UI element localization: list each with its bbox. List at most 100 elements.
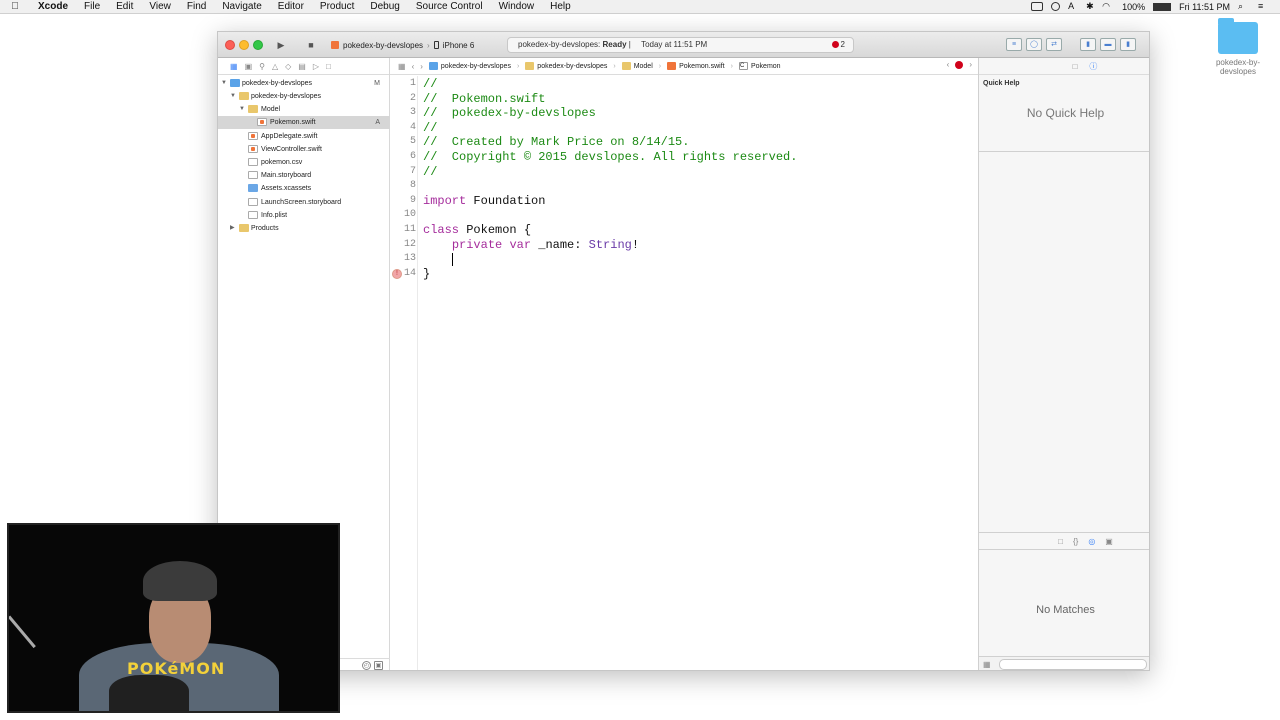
- activity-viewer[interactable]: pokedex-by-devslopes: Ready | Today at 1…: [507, 37, 854, 53]
- chevron-right-icon: ›: [658, 62, 662, 70]
- tree-item-viewcontroller[interactable]: ViewController.swift: [218, 143, 390, 156]
- close-window-button[interactable]: [225, 40, 235, 50]
- tree-item-group[interactable]: ▼ pokedex-by-devslopes: [218, 90, 390, 103]
- version-editor-icon[interactable]: ⇄: [1046, 38, 1062, 51]
- swift-file-icon: [257, 118, 267, 126]
- library-filter-input[interactable]: [999, 659, 1147, 670]
- media-library-icon[interactable]: ▣: [1105, 537, 1113, 546]
- file-inspector-icon[interactable]: □: [1073, 62, 1078, 71]
- code-text: _name:: [531, 237, 589, 252]
- menu-file[interactable]: File: [76, 1, 108, 12]
- tree-item-info-plist[interactable]: Info.plist: [218, 209, 390, 222]
- error-count-badge[interactable]: 2: [831, 38, 845, 52]
- menu-find[interactable]: Find: [179, 1, 214, 12]
- toggle-utilities-icon[interactable]: ▮: [1120, 38, 1136, 51]
- error-icon[interactable]: [955, 60, 964, 69]
- tree-item-pokemon-csv[interactable]: pokemon.csv: [218, 156, 390, 169]
- breakpoint-navigator-icon[interactable]: ▷: [313, 62, 319, 71]
- source-editor[interactable]: ▦ ‹ › pokedex-by-devslopes › pokedex-by-…: [390, 58, 978, 670]
- menu-navigate[interactable]: Navigate: [214, 1, 269, 12]
- tree-item-model-group[interactable]: ▼ Model: [218, 103, 390, 116]
- disclosure-closed-icon[interactable]: ▶: [230, 222, 235, 235]
- next-issue-icon[interactable]: ›: [969, 60, 972, 69]
- code-comment: // pokedex-by-devslopes: [423, 106, 596, 121]
- menu-clock[interactable]: Fri 11:51 PM: [1179, 2, 1230, 12]
- crumb-project[interactable]: pokedex-by-devslopes: [428, 62, 511, 70]
- wifi-icon[interactable]: ◠: [1102, 2, 1114, 11]
- apple-menu-icon[interactable]: : [0, 1, 30, 12]
- menu-edit[interactable]: Edit: [108, 1, 141, 12]
- notification-center-icon[interactable]: ≡: [1258, 2, 1270, 11]
- code-snippet-library-icon[interactable]: {}: [1073, 537, 1078, 546]
- scheme-separator-icon: ›: [427, 40, 430, 50]
- recent-files-icon[interactable]: ◴: [362, 661, 371, 670]
- crumb-file[interactable]: Pokemon.swift: [667, 62, 725, 70]
- crumb-model[interactable]: Model: [621, 62, 653, 70]
- menu-view[interactable]: View: [141, 1, 179, 12]
- related-items-icon[interactable]: ▦: [398, 62, 406, 71]
- tree-item-pokemon-swift[interactable]: Pokemon.swift A: [218, 116, 390, 129]
- menu-editor[interactable]: Editor: [270, 1, 312, 12]
- standard-editor-icon[interactable]: ≡: [1006, 38, 1022, 51]
- disclosure-open-icon[interactable]: ▼: [221, 77, 227, 90]
- forward-arrow-icon[interactable]: ›: [420, 62, 423, 71]
- menu-help[interactable]: Help: [542, 1, 579, 12]
- run-button[interactable]: ▶: [270, 38, 292, 52]
- status-project: pokedex-by-devslopes:: [518, 40, 601, 49]
- menu-window[interactable]: Window: [491, 1, 543, 12]
- tree-item-appdelegate[interactable]: AppDelegate.swift: [218, 130, 390, 143]
- project-icon: [428, 62, 438, 70]
- sync-icon[interactable]: [1051, 2, 1061, 11]
- stop-button[interactable]: ■: [300, 38, 322, 52]
- assistant-editor-icon[interactable]: ◯: [1026, 38, 1042, 51]
- tree-item-launchscreen[interactable]: LaunchScreen.storyboard: [218, 196, 390, 209]
- debug-navigator-icon[interactable]: ▤: [298, 62, 306, 71]
- zoom-window-button[interactable]: [253, 40, 263, 50]
- desktop-folder[interactable]: pokedex-by-devslopes: [1210, 18, 1266, 76]
- previous-issue-icon[interactable]: ‹: [947, 60, 950, 69]
- report-navigator-icon[interactable]: □: [326, 62, 331, 71]
- line-number: 2: [409, 92, 416, 104]
- tree-item-assets[interactable]: Assets.xcassets: [218, 182, 390, 195]
- storyboard-icon: [248, 198, 258, 206]
- battery-icon[interactable]: [1153, 2, 1172, 11]
- tree-item-main-storyboard[interactable]: Main.storyboard: [218, 169, 390, 182]
- window-toolbar: ▶ ■ pokedex-by-devslopes › iPhone 6 poke…: [218, 32, 1149, 58]
- toggle-navigator-icon[interactable]: ▮: [1080, 38, 1096, 51]
- code-keyword: var: [509, 237, 532, 252]
- file-template-library-icon[interactable]: □: [1058, 537, 1063, 546]
- camera-icon[interactable]: [1031, 2, 1044, 11]
- adobe-icon[interactable]: A: [1068, 2, 1078, 11]
- back-arrow-icon[interactable]: ‹: [412, 62, 415, 71]
- scm-filter-icon[interactable]: ▣: [374, 661, 383, 670]
- test-navigator-icon[interactable]: ◇: [285, 62, 291, 71]
- menu-product[interactable]: Product: [312, 1, 362, 12]
- find-navigator-icon[interactable]: ⚲: [259, 62, 265, 71]
- grid-view-icon[interactable]: ▦: [983, 660, 991, 669]
- spotlight-icon[interactable]: ⌕: [1238, 2, 1250, 11]
- crumb-symbol[interactable]: C Pokemon: [738, 62, 781, 70]
- symbol-navigator-icon[interactable]: ▣: [245, 62, 253, 71]
- disclosure-open-icon[interactable]: ▼: [230, 90, 236, 103]
- menu-debug[interactable]: Debug: [362, 1, 407, 12]
- object-library-icon[interactable]: ◎: [1088, 537, 1095, 546]
- inspector-selector-bar: □ ⓘ: [979, 58, 1149, 75]
- document-icon: [248, 158, 258, 166]
- minimize-window-button[interactable]: [239, 40, 249, 50]
- line-number: 8: [409, 180, 416, 192]
- tree-item-project[interactable]: ▼ pokedex-by-devslopes M: [218, 77, 390, 90]
- scheme-selector[interactable]: pokedex-by-devslopes › iPhone 6: [331, 38, 474, 52]
- presenter-cap: [143, 561, 217, 601]
- project-navigator-icon[interactable]: ▦: [230, 62, 238, 71]
- bluetooth-icon[interactable]: ✱: [1086, 2, 1094, 11]
- crumb-group[interactable]: pokedex-by-devslopes: [525, 62, 607, 70]
- toggle-debug-area-icon[interactable]: ▬: [1100, 38, 1116, 51]
- menu-app-xcode[interactable]: Xcode: [30, 1, 76, 12]
- quick-help-icon[interactable]: ⓘ: [1089, 61, 1097, 72]
- line-number: 11: [403, 224, 416, 235]
- disclosure-open-icon[interactable]: ▼: [239, 103, 245, 116]
- issue-navigator-icon[interactable]: △: [272, 62, 278, 71]
- tree-item-products[interactable]: ▶ Products: [218, 222, 390, 235]
- menu-source-control[interactable]: Source Control: [408, 1, 491, 12]
- tree-item-label: Assets.xcassets: [261, 185, 312, 192]
